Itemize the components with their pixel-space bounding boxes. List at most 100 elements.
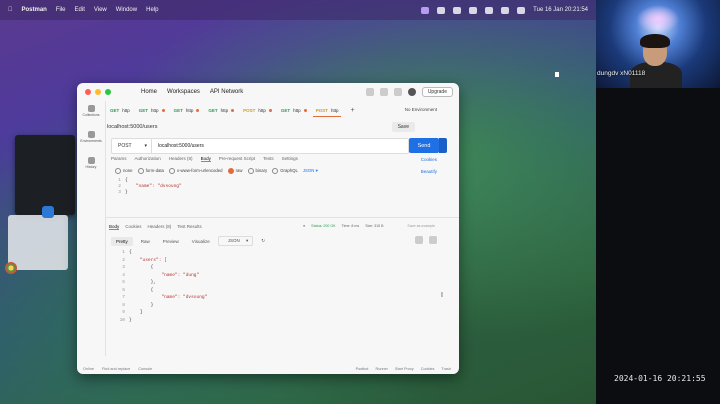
screen-record-icon[interactable] <box>421 6 430 14</box>
menu-view[interactable]: View <box>94 7 107 13</box>
desktop-wallpaper:  Postman File Edit View Window Help Tue… <box>0 0 596 404</box>
body-type-label: none <box>123 168 133 174</box>
search-icon[interactable] <box>429 236 437 244</box>
wrap-lines-icon[interactable]: ↻ <box>256 236 270 246</box>
response-tab-headers[interactable]: Headers (8) <box>148 224 172 230</box>
response-view-tabs: Pretty Raw Preview Visualize JSON ▾ ↻ <box>111 236 270 246</box>
control-center-icon[interactable] <box>517 6 526 14</box>
avatar[interactable] <box>407 88 416 96</box>
view-preview[interactable]: Preview <box>158 237 184 246</box>
url-input[interactable]: localhost:5000/users <box>152 143 204 149</box>
status-start-proxy[interactable]: Start Proxy <box>395 367 414 371</box>
status-online[interactable]: Online <box>83 367 94 371</box>
request-body-editor[interactable]: 1 { 2 "name": "dvsoung" 3} <box>111 177 441 207</box>
response-format-select[interactable]: JSON ▾ <box>217 236 254 246</box>
body-type-urlencoded[interactable]: x-www-form-urlencoded <box>168 168 223 174</box>
body-type-graphql[interactable]: GraphQL <box>272 168 298 174</box>
tab-method: POST <box>243 108 256 113</box>
request-tab[interactable]: POST http <box>240 105 275 116</box>
menu-clock[interactable]: Tue 16 Jan 20:21:54 <box>533 7 588 13</box>
code-line: 3 { <box>111 264 441 272</box>
beautify-link[interactable]: Beautify <box>421 169 437 174</box>
request-tab[interactable]: GET http <box>136 105 168 116</box>
tab-authorization[interactable]: Authorization <box>135 156 161 162</box>
save-as-example-button[interactable]: Save as example <box>407 224 435 228</box>
vscode-icon[interactable] <box>42 206 54 218</box>
nav-api-network[interactable]: API Network <box>210 89 243 95</box>
status-postbot[interactable]: Postbot <box>356 367 369 371</box>
request-tab[interactable]: GET http <box>205 105 237 116</box>
environment-select[interactable]: No Environment <box>405 107 437 112</box>
background-terminal-window[interactable] <box>15 135 75 215</box>
close-icon[interactable] <box>85 89 91 95</box>
tab-body[interactable]: Body <box>200 156 211 162</box>
radio-icon <box>168 168 175 174</box>
sidebar-item-collections[interactable]: Collections <box>77 105 105 127</box>
body-type-raw[interactable]: raw <box>227 168 243 174</box>
upgrade-button[interactable]: Upgrade <box>421 87 453 97</box>
request-tab[interactable]: GET http <box>278 105 310 116</box>
tab-tests[interactable]: Tests <box>263 156 274 162</box>
menu-edit[interactable]: Edit <box>75 7 85 13</box>
view-pretty[interactable]: Pretty <box>111 236 133 246</box>
response-time[interactable]: Time: 8 ms <box>342 224 360 228</box>
send-button[interactable]: Send <box>409 138 439 153</box>
settings-icon[interactable] <box>379 88 388 96</box>
status-cookies[interactable]: Cookies <box>421 367 435 371</box>
request-tab-active[interactable]: POST http <box>312 105 342 117</box>
menu-window[interactable]: Window <box>116 7 137 13</box>
chrome-icon[interactable] <box>5 262 17 274</box>
request-tab[interactable]: GET http <box>171 105 203 116</box>
search-icon[interactable] <box>501 6 510 14</box>
body-type-form-data[interactable]: form-data <box>137 168 164 174</box>
menu-app-name[interactable]: Postman <box>22 7 47 13</box>
keyboard-icon[interactable] <box>453 6 462 14</box>
request-tab[interactable]: GET http <box>107 105 133 116</box>
line-number: 3 <box>118 189 121 195</box>
notifications-icon[interactable] <box>393 88 402 96</box>
copy-icon[interactable] <box>415 236 423 244</box>
minimize-icon[interactable] <box>95 89 101 95</box>
send-options-icon[interactable] <box>439 138 447 153</box>
sidebar-item-environments[interactable]: Environments <box>77 131 105 153</box>
response-tab-body[interactable]: Body <box>109 224 120 230</box>
invite-icon[interactable] <box>365 88 374 96</box>
nav-home[interactable]: Home <box>141 89 157 95</box>
body-format-select[interactable]: JSON ▾ <box>303 168 318 174</box>
clock-icon[interactable] <box>469 6 478 14</box>
response-tab-cookies[interactable]: Cookies <box>125 224 141 230</box>
menu-help[interactable]: Help <box>146 7 158 13</box>
body-type-binary[interactable]: binary <box>247 168 267 174</box>
menu-file[interactable]: File <box>56 7 66 13</box>
save-button[interactable]: Save <box>391 122 415 132</box>
apple-icon[interactable]:  <box>8 7 13 13</box>
cloud-icon[interactable] <box>437 6 446 14</box>
status-console[interactable]: Console <box>138 367 152 371</box>
view-raw[interactable]: Raw <box>136 237 155 246</box>
background-window[interactable] <box>8 215 68 270</box>
nav-workspaces[interactable]: Workspaces <box>167 89 200 95</box>
response-tab-test-results[interactable]: Test Results <box>177 224 202 230</box>
tab-pre-request-script[interactable]: Pre-request Script <box>219 156 255 162</box>
status-badge[interactable]: Status: 200 OK <box>311 224 335 228</box>
pane-divider[interactable] <box>105 217 459 218</box>
tab-label: http <box>185 108 194 113</box>
cookies-link[interactable]: Cookies <box>421 157 437 162</box>
status-find-replace[interactable]: Find and replace <box>102 367 130 371</box>
request-name[interactable]: localhost:5000/users <box>107 124 157 130</box>
status-runner[interactable]: Runner <box>375 367 387 371</box>
maximize-icon[interactable] <box>105 89 111 95</box>
view-visualize[interactable]: Visualize <box>187 237 215 246</box>
method-select[interactable]: POST ▾ <box>112 139 152 153</box>
response-body[interactable]: 1{ 2 "users": [ 3 { 4 "name": "dung" 5 }… <box>111 249 441 341</box>
response-size[interactable]: Size: 315 B <box>365 224 383 228</box>
body-type-none[interactable]: none <box>115 168 133 174</box>
wifi-icon[interactable] <box>485 6 494 14</box>
tab-settings[interactable]: Settings <box>282 156 298 162</box>
sidebar-item-history[interactable]: History <box>77 157 105 179</box>
new-tab-icon[interactable]: + <box>350 107 354 114</box>
tab-headers[interactable]: Headers (8) <box>169 156 193 162</box>
tab-params[interactable]: Params <box>111 156 127 162</box>
code-text: ] <box>129 310 143 316</box>
status-trash[interactable]: Trash <box>441 367 451 371</box>
